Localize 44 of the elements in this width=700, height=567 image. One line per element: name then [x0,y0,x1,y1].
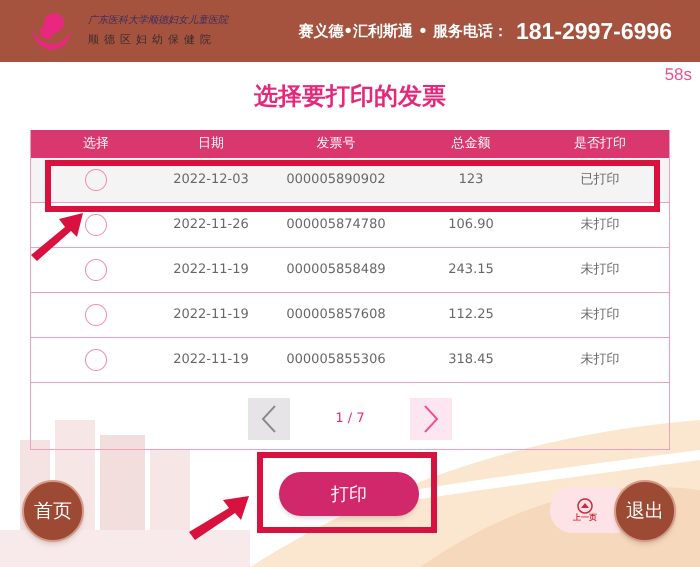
chevron-left-icon [261,404,277,434]
column-header: 是否打印 [573,135,627,154]
amount-cell-text: 106.90 [447,216,495,234]
date-cell-text: 2022-11-19 [172,261,250,280]
print-button[interactable]: 打印 [279,472,419,516]
hospital-name: 广东医科大学顺德妇女儿童医院 [88,14,228,28]
select-radio[interactable] [85,304,107,326]
select-radio[interactable] [85,214,107,236]
date-cell-text: 2022-11-19 [172,351,250,370]
column-header: 选择 [82,135,110,154]
date-cell-text: 2022-11-19 [172,306,250,324]
hospital-subname: 顺德区妇幼保健院 [88,32,217,48]
invoice-number-cell-text: 000005890902 [285,171,387,190]
print-status-cell-text: 未打印 [580,351,620,370]
print-status-cell-text: 未打印 [580,216,620,234]
amount-cell-text: 112.25 [447,306,495,324]
service-phone: 181-2997-6996 [516,16,672,46]
next-page-button[interactable] [410,398,452,440]
column-header: 发票号 [316,135,356,154]
date-cell-text: 2022-12-03 [172,171,250,190]
column-header: 日期 [197,135,225,154]
date-cell-text: 2022-11-26 [172,216,250,234]
invoice-number-cell-text: 000005858489 [285,261,387,280]
previous-page-button[interactable] [248,398,290,440]
column-header: 总金额 [450,135,492,154]
select-radio[interactable] [85,259,107,281]
invoice-number-cell-text: 000005874780 [285,216,387,234]
print-status-cell-text: 已打印 [580,171,620,190]
amount-cell-text: 123 [458,171,484,190]
page-title: 选择要打印的发票 [254,84,446,108]
up-arrow-circle-icon [577,498,593,514]
amount-cell-text: 243.15 [447,261,495,280]
amount-cell-text: 318.45 [447,351,495,370]
page-indicator: 1 / 7 [334,410,366,428]
chevron-right-icon [423,404,439,434]
print-status-cell-text: 未打印 [580,261,620,280]
previous-page-button[interactable]: 上一页 [550,487,620,533]
countdown-timer: 58s [664,66,692,84]
vendor-service-label: 赛义德•汇利斯通 • 服务电话： [298,20,508,42]
print-status-cell-text: 未打印 [580,306,620,324]
invoice-number-cell-text: 000005855306 [285,351,387,370]
select-radio[interactable] [85,349,107,371]
invoice-number-cell-text: 000005857608 [285,306,387,324]
select-radio[interactable] [85,169,107,191]
